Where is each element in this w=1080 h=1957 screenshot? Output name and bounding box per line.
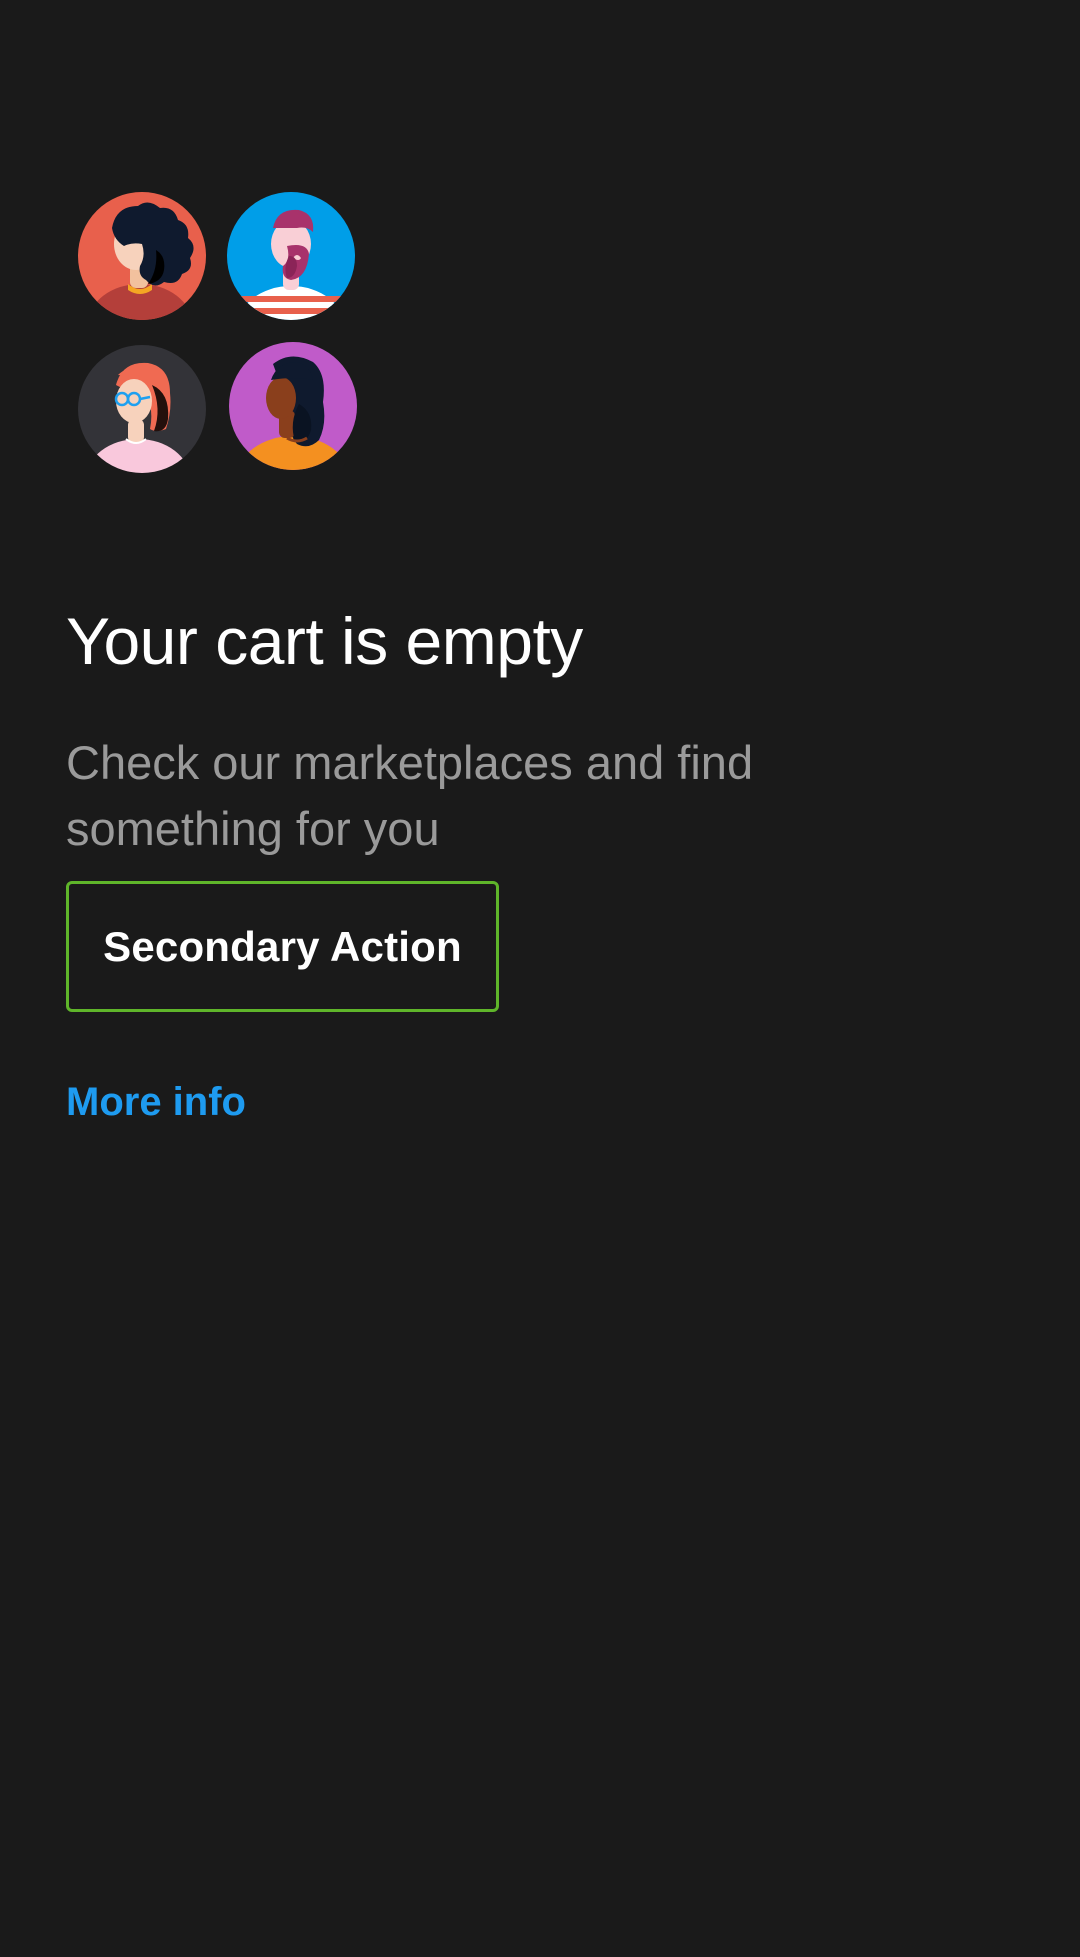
secondary-action-button[interactable]: Secondary Action [66, 881, 499, 1012]
bearded-man-icon [227, 192, 355, 320]
curly-hair-person-icon [78, 192, 206, 320]
woman-with-glasses-icon [78, 345, 206, 473]
empty-cart-screen: Your cart is empty Check our marketplace… [0, 0, 1080, 1957]
woman-long-hair-icon [229, 342, 357, 470]
empty-state-description: Check our marketplaces and find somethin… [66, 736, 754, 855]
avatar-group [78, 191, 358, 473]
avatar-woman-glasses [78, 345, 206, 473]
empty-state-title: Your cart is empty [66, 604, 583, 679]
avatar-curly-hair [78, 192, 206, 320]
avatar-bearded-man [227, 192, 355, 320]
avatar-woman-long-hair [229, 342, 357, 470]
more-info-link[interactable]: More info [66, 1076, 246, 1128]
